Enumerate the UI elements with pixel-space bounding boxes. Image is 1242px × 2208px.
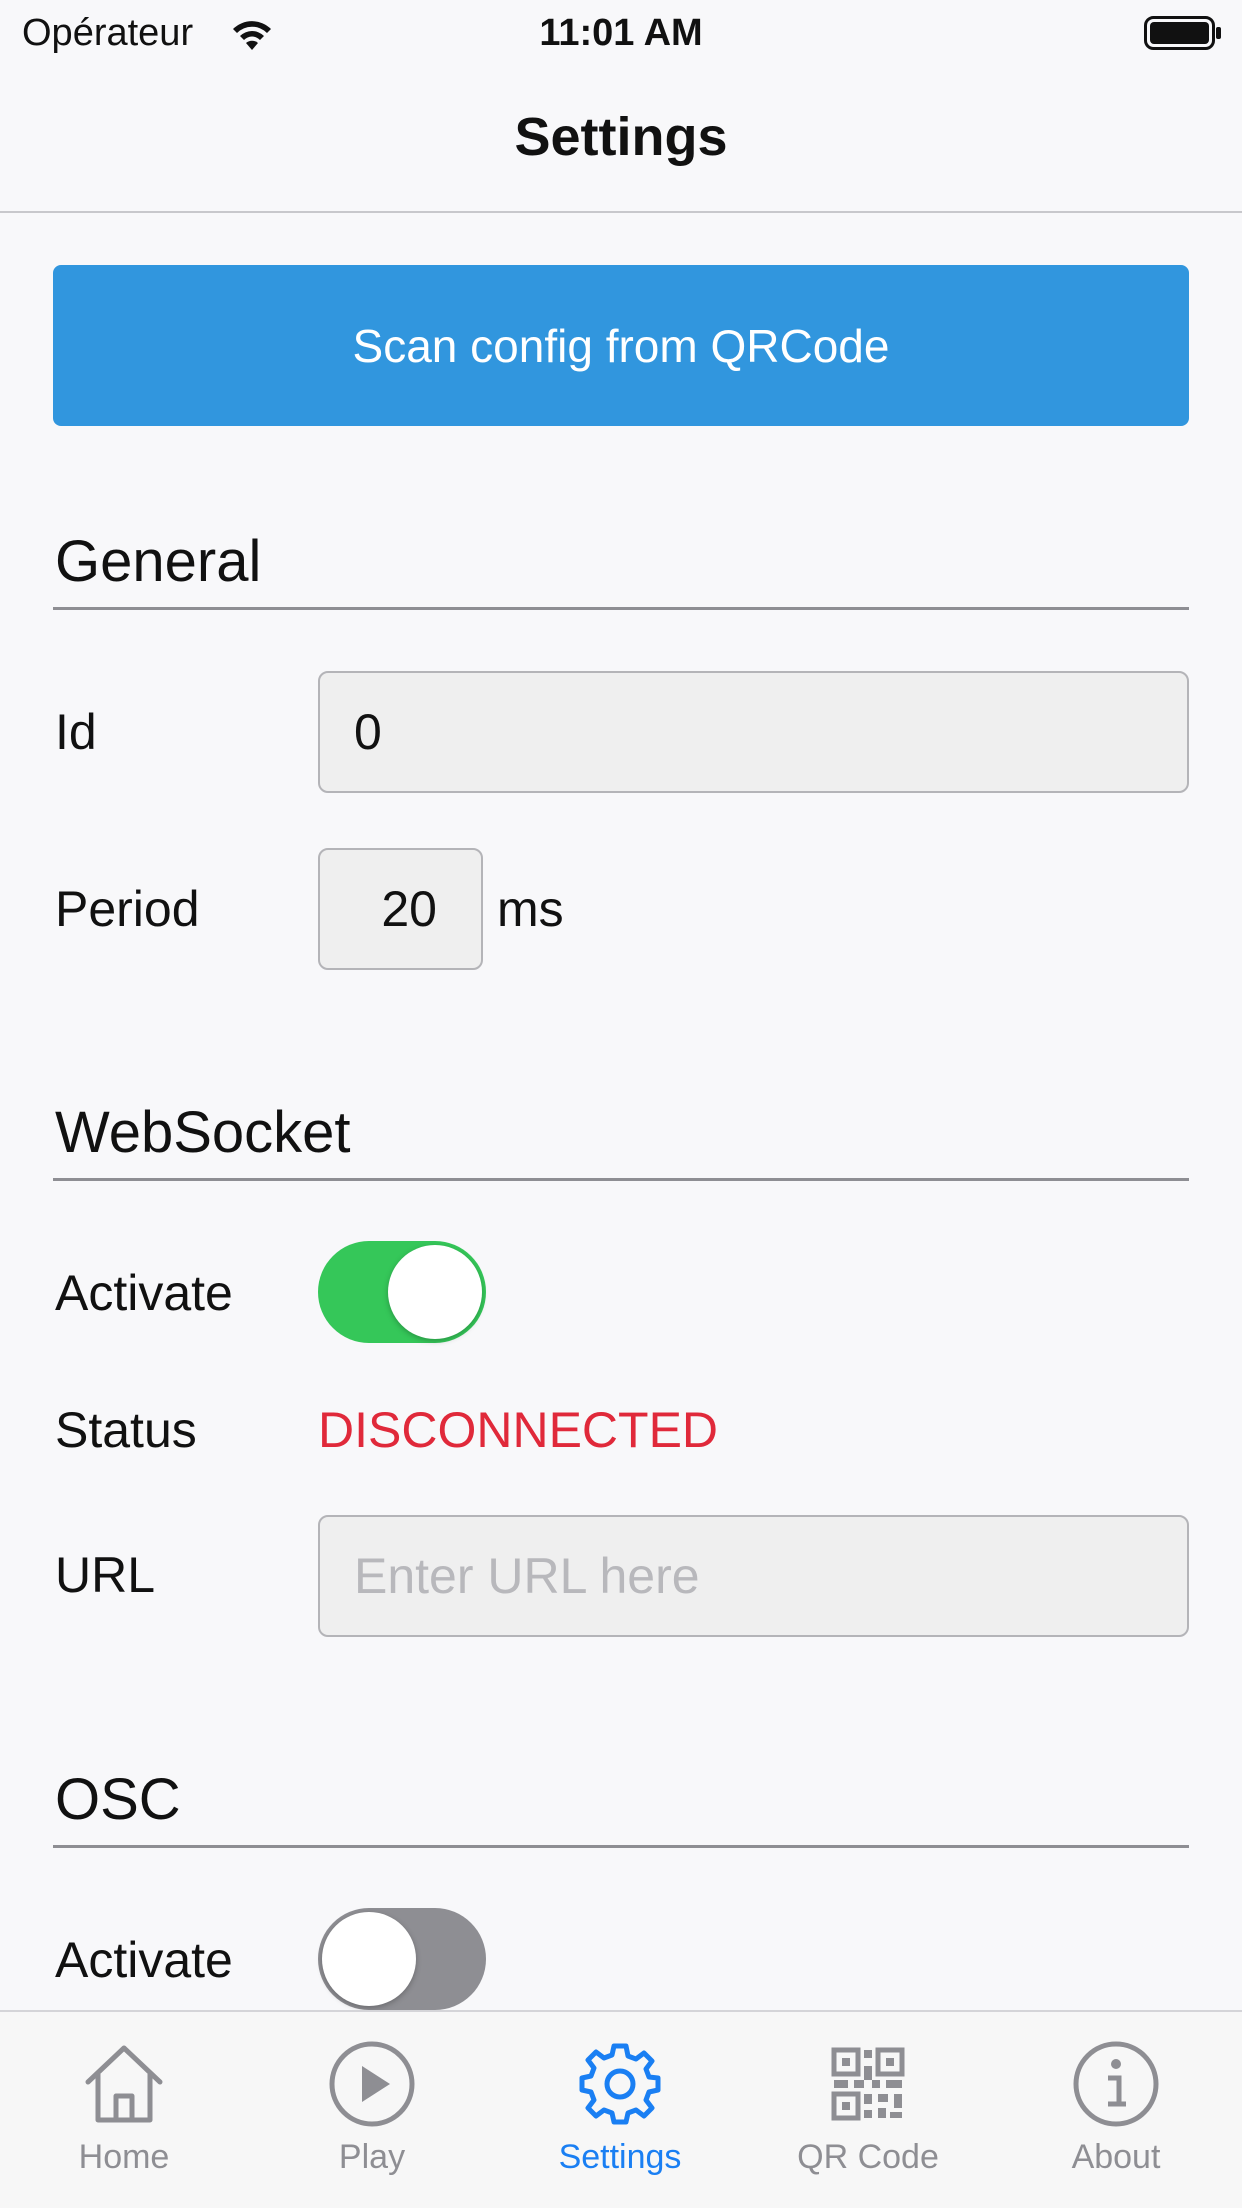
qr-code-icon <box>831 2047 905 2121</box>
general-section-title: General <box>55 529 262 594</box>
websocket-url-field[interactable] <box>318 1515 1189 1637</box>
websocket-url-label: URL <box>55 1547 156 1603</box>
tab-home-label: Home <box>78 2138 170 2176</box>
gear-icon <box>579 2043 661 2125</box>
navigation-bar: Settings <box>0 66 1242 213</box>
period-unit-label: ms <box>497 881 564 937</box>
info-icon <box>1073 2041 1159 2127</box>
id-label: Id <box>55 704 97 760</box>
general-section-header: General <box>53 529 1189 610</box>
osc-section-header: OSC <box>53 1767 1189 1848</box>
tab-qr-code-label: QR Code <box>797 2138 939 2176</box>
tab-play-label: Play <box>338 2138 406 2176</box>
home-icon <box>85 2045 163 2123</box>
play-icon <box>329 2041 415 2127</box>
tab-settings-label: Settings <box>558 2138 682 2176</box>
tab-settings[interactable]: Settings <box>496 2012 744 2208</box>
tab-about[interactable]: About <box>992 2012 1240 2208</box>
status-bar: Opérateur 11:01 AM <box>0 0 1242 66</box>
websocket-status-value: DISCONNECTED <box>318 1402 719 1458</box>
tab-play[interactable]: Play <box>248 2012 496 2208</box>
period-field[interactable] <box>318 848 483 970</box>
tab-qr-code[interactable]: QR Code <box>744 2012 992 2208</box>
tab-home[interactable]: Home <box>0 2012 248 2208</box>
tab-bar: Home Play Settings QR Code About <box>0 2010 1242 2208</box>
page-title: Settings <box>514 107 728 167</box>
toggle-knob <box>322 1912 416 2006</box>
websocket-section-title: WebSocket <box>55 1100 351 1165</box>
scan-qrcode-button[interactable]: Scan config from QRCode <box>53 265 1189 426</box>
osc-activate-label: Activate <box>55 1932 233 1988</box>
websocket-status-label: Status <box>55 1402 197 1458</box>
battery-icon <box>1144 16 1221 50</box>
websocket-activate-toggle[interactable] <box>318 1241 486 1343</box>
websocket-activate-label: Activate <box>55 1265 233 1321</box>
osc-section-title: OSC <box>55 1767 181 1832</box>
period-label: Period <box>55 881 200 937</box>
clock: 11:01 AM <box>539 12 703 54</box>
toggle-knob <box>388 1245 482 1339</box>
id-field[interactable] <box>318 671 1189 793</box>
osc-activate-toggle[interactable] <box>318 1908 486 2010</box>
websocket-section-header: WebSocket <box>53 1100 1189 1181</box>
tab-about-label: About <box>1071 2138 1161 2176</box>
